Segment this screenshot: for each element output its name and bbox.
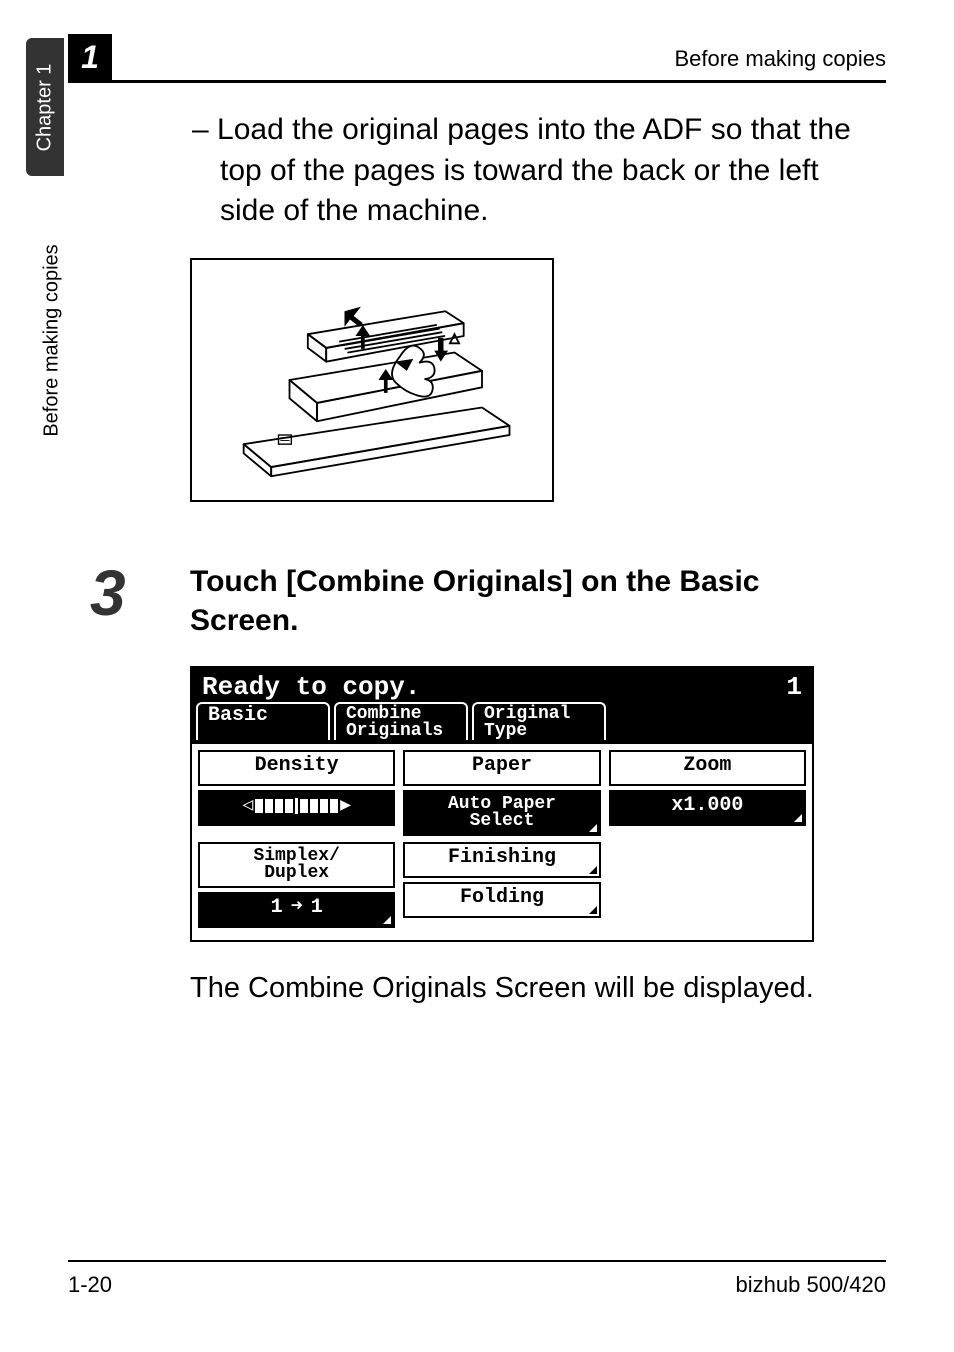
density-bar-icon: ◁ ▶ [242,797,351,815]
adf-illustration-icon [202,270,542,490]
tab-original-line2: Type [484,723,594,740]
model-name: bizhub 500/420 [736,1272,886,1298]
simplex-line2: Duplex [204,865,389,882]
tab-basic[interactable]: Basic [196,702,330,740]
folding-button[interactable]: Folding [403,882,600,918]
step-number: 3 [90,556,126,630]
density-button[interactable]: Density [198,750,395,786]
tab-basic-label: Basic [208,704,268,727]
section-side-label: Before making copies [40,200,64,480]
page-footer: 1-20 bizhub 500/420 [68,1260,886,1298]
tab-combine-line2: Originals [346,723,456,740]
simplex-duplex-button[interactable]: Simplex/ Duplex [198,842,395,888]
adf-loading-figure [190,258,554,502]
density-indicator[interactable]: ◁ ▶ [198,790,395,826]
zoom-label: Zoom [683,754,731,777]
chapter-tab-label: Chapter 1 [34,63,57,151]
page-number: 1-20 [68,1272,112,1298]
finishing-label: Finishing [448,846,556,869]
arrow-right-icon: ➜ [291,898,303,918]
simplex-value-button[interactable]: 1 ➜ 1 [198,892,395,928]
finishing-button[interactable]: Finishing [403,842,600,878]
page-header: 1 Before making copies [68,40,886,83]
section-side-label-text: Before making copies [41,244,64,436]
chapter-number-box: 1 [68,34,112,80]
zoom-value-button[interactable]: x1.000 [609,790,806,826]
running-title: Before making copies [674,46,886,72]
paper-button[interactable]: Paper [403,750,600,786]
paper-value-line2: Select [409,813,594,830]
folding-label: Folding [460,886,544,909]
zoom-button[interactable]: Zoom [609,750,806,786]
step-heading: Touch [Combine Originals] on the Basic S… [190,562,874,640]
instruction-bullet: – Load the original pages into the ADF s… [220,110,874,232]
tab-combine-originals[interactable]: Combine Originals [334,702,468,740]
chapter-number: 1 [81,39,99,76]
bullet-dash: – [192,113,217,146]
chapter-tab: Chapter 1 [26,38,64,176]
simplex-val-right: 1 [311,898,323,918]
lcd-status: Ready to copy. [202,672,420,702]
empty-cell [609,842,806,928]
paper-label: Paper [472,754,532,777]
tab-original-type[interactable]: Original Type [472,702,606,740]
lcd-copy-count: 1 [786,672,802,702]
zoom-value: x1.000 [671,794,743,817]
bullet-text: Load the original pages into the ADF so … [217,113,851,227]
lcd-panel: Ready to copy. 1 Basic Combine Originals… [190,666,814,943]
step-result-text: The Combine Originals Screen will be dis… [190,972,874,1005]
paper-value-button[interactable]: Auto Paper Select [403,790,600,836]
simplex-val-left: 1 [271,898,283,918]
density-label: Density [255,754,339,777]
